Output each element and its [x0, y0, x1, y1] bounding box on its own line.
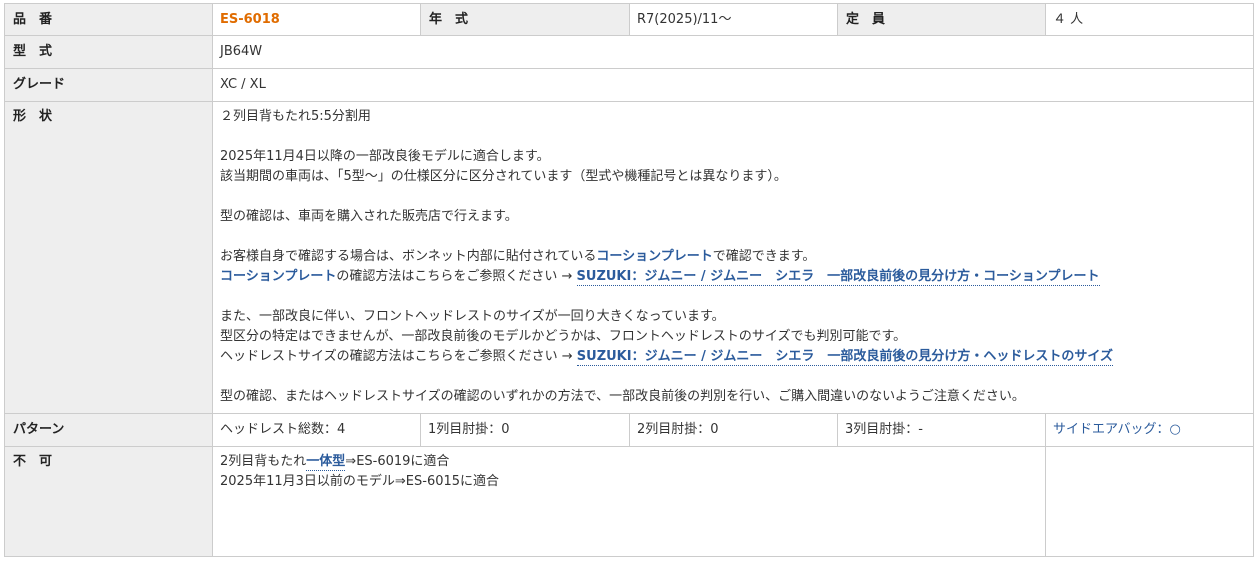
row-shape: 形 状 ２列目背もたれ5:5分割用 2025年11月4日以降の一部改良後モデルに… — [4, 101, 1254, 414]
shape-dealer-check: 型の確認は、車両を購入された販売店で行えます。 — [220, 209, 518, 224]
label-shape: 形 状 — [4, 101, 213, 414]
shape-caution-note: 型の確認、またはヘッドレストサイズの確認のいずれかの方法で、一部改良前後の判別を… — [220, 389, 1025, 404]
label-pattern: パターン — [4, 413, 213, 447]
incompatible-line-2: 2025年11月3日以前のモデル⇒ES-6015に適合 — [220, 474, 500, 489]
incompatible-line-1-post: ⇒ES-6019に適合 — [345, 454, 450, 469]
pattern-row2-armrest: 2列目肘掛：0 — [629, 413, 838, 447]
shape-headrest-identify: 型区分の特定はできませんが、一部改良前後のモデルかどうかは、フロントヘッドレスト… — [220, 329, 907, 344]
shape-spec-class: 該当期間の車両は、「5型～」の仕様区分に区分されています（型式や機種記号とは異な… — [220, 169, 787, 184]
value-capacity: ４ 人 — [1045, 3, 1254, 36]
value-part-number: ES-6018 — [212, 3, 421, 36]
value-shape: ２列目背もたれ5:5分割用 2025年11月4日以降の一部改良後モデルに適合しま… — [212, 101, 1254, 414]
label-year: 年 式 — [420, 3, 630, 36]
shape-self-check-post: で確認できます。 — [712, 249, 816, 264]
shape-fit-date: 2025年11月4日以降の一部改良後モデルに適合します。 — [220, 149, 550, 164]
value-grade: XC / XL — [212, 68, 1254, 102]
incompatible-empty-cell — [1045, 446, 1254, 557]
shape-caution-plate-ref-text: の確認方法はこちらをご参照ください → — [336, 269, 577, 284]
label-part-number: 品 番 — [4, 3, 213, 36]
label-grade: グレード — [4, 68, 213, 102]
spec-table: 品 番 ES-6018 年 式 R7(2025)/11～ 定 員 ４ 人 型 式… — [4, 3, 1254, 557]
value-incompatible: 2列目背もたれ一体型⇒ES-6019に適合 2025年11月3日以前のモデル⇒E… — [212, 446, 1046, 557]
shape-caution-plate-ref: コーションプレートの確認方法はこちらをご参照ください → SUZUKI：ジムニー… — [220, 267, 1246, 287]
caution-plate-link[interactable]: SUZUKI：ジムニー / ジムニー シエラ 一部改良前後の見分け方・コーション… — [576, 269, 1100, 286]
caution-plate-term: コーションプレート — [596, 249, 713, 264]
shape-headrest-ref: ヘッドレストサイズの確認方法はこちらをご参照ください → SUZUKI：ジムニー… — [220, 347, 1246, 367]
headrest-size-link[interactable]: SUZUKI：ジムニー / ジムニー シエラ 一部改良前後の見分け方・ヘッドレス… — [576, 349, 1114, 366]
shape-self-check: お客様自身で確認する場合は、ボンネット内部に貼付されているコーションプレートで確… — [220, 247, 1246, 267]
incompatible-line-1-pre: 2列目背もたれ — [220, 454, 307, 469]
pattern-side-airbag: サイドエアバッグ：○ — [1045, 413, 1254, 447]
part-number-code: ES-6018 — [220, 11, 280, 27]
incompatible-line-1: 2列目背もたれ一体型⇒ES-6019に適合 — [220, 452, 1038, 472]
shape-self-check-pre: お客様自身で確認する場合は、ボンネット内部に貼付されている — [220, 249, 597, 264]
row-part-number: 品 番 ES-6018 年 式 R7(2025)/11～ 定 員 ４ 人 — [4, 3, 1254, 36]
value-year: R7(2025)/11～ — [629, 3, 838, 36]
row-model-code: 型 式 JB64W — [4, 35, 1254, 69]
pattern-row1-armrest: 1列目肘掛：0 — [420, 413, 630, 447]
row-pattern: パターン ヘッドレスト総数：4 1列目肘掛：0 2列目肘掛：0 3列目肘掛：- … — [4, 413, 1254, 447]
pattern-row3-armrest: 3列目肘掛：- — [837, 413, 1046, 447]
caution-plate-term-2: コーションプレート — [220, 269, 337, 284]
label-capacity: 定 員 — [837, 3, 1046, 36]
row-grade: グレード XC / XL — [4, 68, 1254, 102]
shape-seat-split: ２列目背もたれ5:5分割用 — [220, 109, 371, 124]
label-incompatible: 不 可 — [4, 446, 213, 557]
pattern-headrest-total: ヘッドレスト総数：4 — [212, 413, 421, 447]
value-model-code: JB64W — [212, 35, 1254, 69]
shape-headrest-ref-text: ヘッドレストサイズの確認方法はこちらをご参照ください → — [220, 349, 577, 364]
label-model-code: 型 式 — [4, 35, 213, 69]
shape-headrest-size-change: また、一部改良に伴い、フロントヘッドレストのサイズが一回り大きくなっています。 — [220, 309, 725, 324]
one-piece-link[interactable]: 一体型 — [306, 454, 346, 471]
row-incompatible: 不 可 2列目背もたれ一体型⇒ES-6019に適合 2025年11月3日以前のモ… — [4, 446, 1254, 557]
